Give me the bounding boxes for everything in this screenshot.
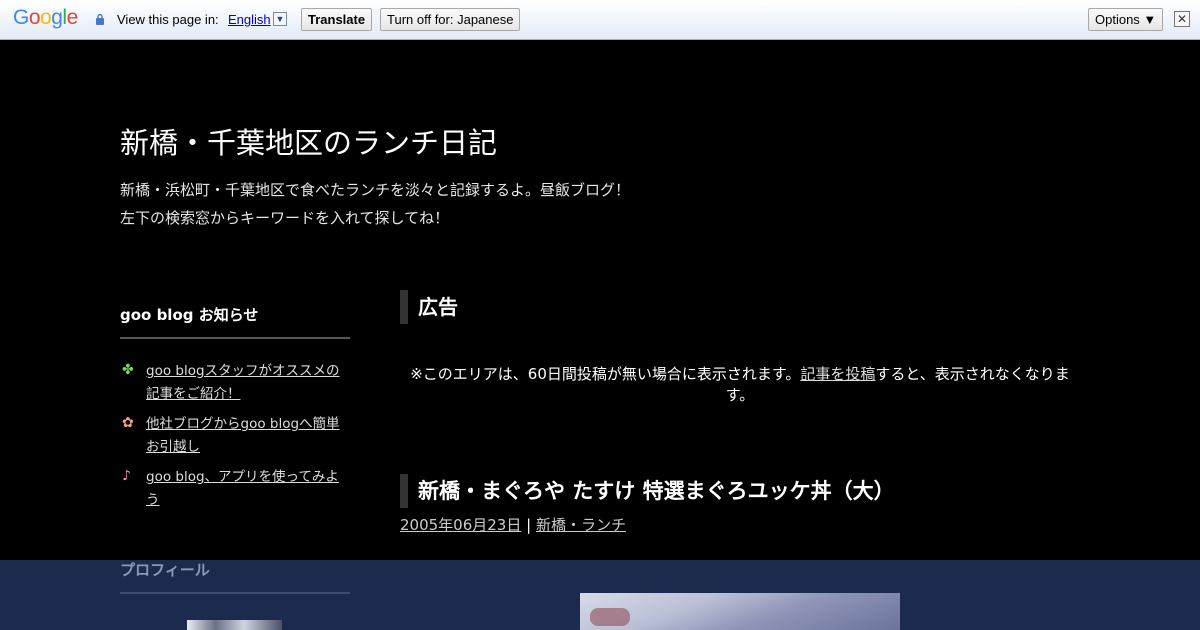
description-line: 左下の検索窓からキーワードを入れて探してね！ — [120, 209, 450, 227]
meta-separator: | — [521, 516, 536, 534]
logo-letter: G — [13, 6, 29, 29]
post-article-link[interactable]: 記事を投稿 — [800, 365, 875, 383]
music-note-icon: ♪ — [122, 468, 131, 484]
post-date-link[interactable]: 2005年06月23日 — [400, 516, 521, 534]
language-link[interactable]: English — [228, 12, 271, 27]
turn-off-button[interactable]: Turn off for: Japanese — [380, 8, 521, 31]
lock-icon — [96, 13, 104, 25]
notice-list: ✤ goo blogスタッフがオススメの記事をご紹介！ ✿ 他社ブログからgoo… — [120, 360, 350, 519]
notice-heading: goo blog お知らせ — [120, 306, 259, 324]
post-photo[interactable] — [580, 593, 900, 630]
logo-letter: e — [66, 6, 79, 29]
profile-heading: プロフィール — [120, 561, 210, 579]
divider — [120, 592, 350, 594]
category-link[interactable]: 新橋・ランチ — [536, 516, 626, 534]
list-item: ✿ 他社ブログからgoo blogへ簡単お引越し — [120, 413, 350, 459]
ad-heading: 広告 — [400, 290, 458, 324]
profile-image — [187, 620, 282, 630]
close-icon[interactable]: ✕ — [1174, 11, 1190, 27]
logo-letter: o — [28, 6, 41, 29]
blog-description: 新橋・浜松町・千葉地区で食べたランチを淡々と記録するよ。昼飯ブログ！ 左下の検索… — [120, 176, 630, 232]
options-button[interactable]: Options ▼ — [1088, 8, 1164, 31]
google-logo: Google — [13, 6, 78, 30]
notice-link[interactable]: 他社ブログからgoo blogへ簡単お引越し — [146, 416, 340, 455]
list-item: ✤ goo blogスタッフがオススメの記事をご紹介！ — [120, 360, 350, 406]
divider — [120, 337, 350, 339]
list-item: ♪ goo blog、アプリを使ってみよう — [120, 466, 350, 512]
logo-letter: g — [51, 6, 63, 29]
language-dropdown-icon[interactable]: ▼ — [273, 12, 287, 26]
blog-title[interactable]: 新橋・千葉地区のランチ日記 — [120, 120, 497, 162]
ad-notice-text: ※このエリアは、60日間投稿が無い場合に表示されます。 — [410, 365, 801, 383]
view-page-label: View this page in: — [117, 12, 219, 27]
logo-letter: o — [40, 6, 52, 29]
flower-icon: ✿ — [122, 415, 134, 431]
notice-link[interactable]: goo blogスタッフがオススメの記事をご紹介！ — [146, 363, 340, 402]
clover-icon: ✤ — [122, 362, 134, 378]
ad-notice: ※このエリアは、60日間投稿が無い場合に表示されます。記事を投稿すると、表示され… — [400, 364, 1080, 406]
description-line: 新橋・浜松町・千葉地区で食べたランチを淡々と記録するよ。昼飯ブログ！ — [120, 181, 631, 199]
post-meta: 2005年06月23日 | 新橋・ランチ — [400, 514, 626, 535]
translate-bar: Google View this page in: English ▼ Tran… — [0, 0, 1200, 40]
post-title[interactable]: 新橋・まぐろや たすけ 特選まぐろユッケ丼（大） — [400, 474, 895, 508]
translate-button[interactable]: Translate — [301, 8, 373, 31]
notice-link[interactable]: goo blog、アプリを使ってみよう — [146, 469, 339, 508]
